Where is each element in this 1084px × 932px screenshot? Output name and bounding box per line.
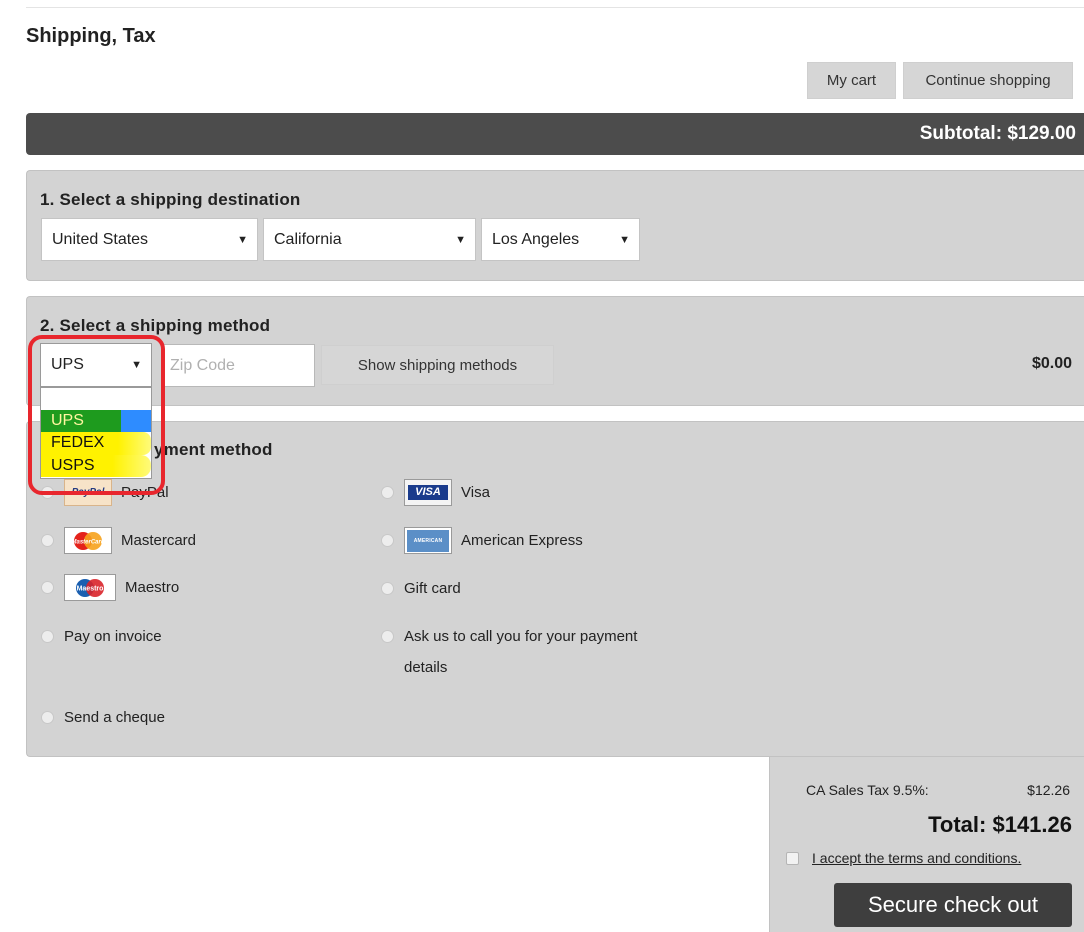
- radio-button[interactable]: [41, 581, 54, 594]
- page-title: Shipping, Tax: [26, 25, 156, 47]
- payment-label: Maestro: [125, 579, 180, 596]
- state-value: California: [274, 230, 342, 248]
- chevron-down-icon: ▼: [237, 233, 248, 246]
- country-select[interactable]: United States ▼: [41, 218, 258, 261]
- payment-label: Send a cheque: [64, 709, 165, 726]
- carrier-select[interactable]: UPS ▼: [40, 343, 152, 387]
- svg-text:Maestro: Maestro: [77, 585, 104, 592]
- payment-option-send-cheque[interactable]: Send a cheque: [41, 709, 165, 726]
- my-cart-button[interactable]: My cart: [807, 62, 896, 99]
- terms-row[interactable]: I accept the terms and conditions.: [786, 850, 1021, 866]
- city-select[interactable]: Los Angeles ▼: [481, 218, 640, 261]
- visa-logo-icon: VISA: [404, 479, 452, 506]
- chevron-down-icon: ▼: [455, 233, 466, 246]
- payment-method-panel: yment method PayPal PayPal VISA Visa Mas…: [26, 421, 1084, 757]
- order-total: Total: $141.26: [928, 812, 1072, 837]
- payment-option-american-express[interactable]: AMERICAN EXPRESS American Express: [381, 527, 583, 554]
- radio-button[interactable]: [381, 582, 394, 595]
- shipping-destination-panel: 1. Select a shipping destination United …: [26, 170, 1084, 281]
- country-value: United States: [52, 230, 149, 248]
- city-value: Los Angeles: [492, 230, 580, 248]
- show-shipping-methods-button[interactable]: Show shipping methods: [321, 345, 554, 385]
- carrier-option-usps[interactable]: USPS: [41, 455, 151, 477]
- payment-label: Pay on invoice: [64, 628, 162, 645]
- subtotal-label: Subtotal: $129.00: [919, 123, 1076, 144]
- payment-method-title: yment method: [154, 440, 273, 459]
- radio-button[interactable]: [381, 630, 394, 643]
- zip-code-placeholder: Zip Code: [170, 356, 235, 374]
- radio-button[interactable]: [41, 486, 54, 499]
- zip-code-input[interactable]: Zip Code: [161, 344, 315, 387]
- carrier-value: UPS: [51, 356, 84, 373]
- payment-option-maestro[interactable]: Maestro Maestro: [41, 574, 179, 601]
- payment-option-mastercard[interactable]: MasterCard Mastercard: [41, 527, 196, 554]
- tax-label: CA Sales Tax 9.5%:: [806, 782, 929, 798]
- payment-option-visa[interactable]: VISA Visa: [381, 479, 490, 506]
- radio-button[interactable]: [41, 711, 54, 724]
- destination-title: 1. Select a shipping destination: [40, 190, 301, 209]
- payment-option-call-me[interactable]: Ask us to call you for your payment deta…: [381, 628, 637, 683]
- terms-checkbox[interactable]: [786, 851, 799, 865]
- amex-logo-icon: AMERICAN EXPRESS: [404, 527, 452, 554]
- payment-label: Visa: [461, 484, 490, 501]
- terms-link[interactable]: I accept the terms and conditions.: [812, 850, 1021, 866]
- payment-label: American Express: [461, 532, 583, 549]
- radio-button[interactable]: [381, 534, 394, 547]
- carrier-dropdown-list[interactable]: UPS FEDEX USPS: [40, 387, 152, 479]
- svg-text:MasterCard: MasterCard: [71, 539, 104, 545]
- paypal-logo-icon: PayPal: [64, 479, 112, 506]
- shipping-price: $0.00: [1031, 355, 1072, 372]
- carrier-option-ups[interactable]: UPS: [41, 410, 151, 432]
- payment-label: PayPal: [121, 484, 169, 501]
- payment-label: Mastercard: [121, 532, 197, 549]
- payment-label: Gift card: [404, 580, 461, 597]
- radio-button[interactable]: [41, 534, 54, 547]
- subtotal-bar: Subtotal: $129.00: [26, 113, 1084, 155]
- tax-value: $12.26: [1027, 782, 1070, 798]
- carrier-option-fedex[interactable]: FEDEX: [41, 432, 151, 455]
- mastercard-logo-icon: MasterCard: [64, 527, 112, 554]
- payment-label: Ask us to call you for your payment deta…: [404, 628, 638, 676]
- chevron-down-icon: ▼: [131, 359, 142, 371]
- radio-button[interactable]: [381, 486, 394, 499]
- payment-option-paypal[interactable]: PayPal PayPal: [41, 479, 169, 506]
- shipping-method-title: 2. Select a shipping method: [40, 316, 271, 335]
- chevron-down-icon: ▼: [619, 233, 630, 246]
- top-divider: [26, 7, 1084, 8]
- continue-shopping-button[interactable]: Continue shopping: [903, 62, 1073, 99]
- state-select[interactable]: California ▼: [263, 218, 476, 261]
- secure-checkout-button[interactable]: Secure check out: [834, 883, 1072, 927]
- shipping-method-panel: 2. Select a shipping method Zip Code Sho…: [26, 296, 1084, 406]
- radio-button[interactable]: [41, 630, 54, 643]
- maestro-logo-icon: Maestro: [64, 574, 116, 601]
- payment-option-gift-card[interactable]: Gift card: [381, 580, 461, 597]
- payment-option-pay-on-invoice[interactable]: Pay on invoice: [41, 628, 162, 645]
